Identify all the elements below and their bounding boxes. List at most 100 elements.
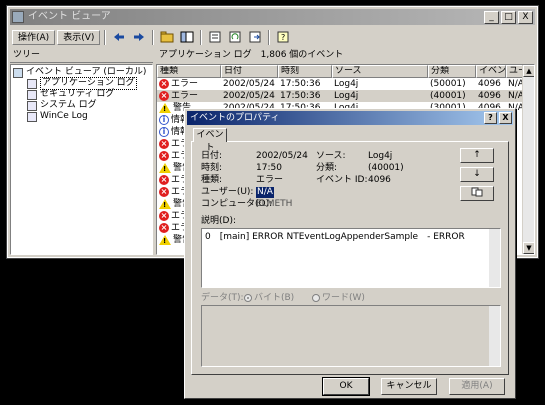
type-value: エラー — [256, 175, 284, 185]
column-time[interactable]: 時刻 — [278, 65, 332, 78]
user-label: ユーザー(U): — [201, 187, 254, 197]
error-icon: × — [159, 79, 169, 89]
data-scrollbar[interactable] — [489, 306, 500, 366]
tree-panel-title: ツリー — [10, 48, 153, 63]
warning-icon: ! — [159, 235, 171, 245]
error-icon: × — [159, 187, 169, 197]
date-value: 2002/05/24 — [256, 151, 308, 161]
description-text: 0 [main] ERROR NTEventLogAppenderSample … — [205, 232, 465, 242]
computer-icon — [13, 67, 23, 78]
radio-words[interactable]: ワード(W) — [312, 293, 365, 304]
error-icon: × — [159, 151, 169, 161]
category-cell: (40001) — [430, 91, 466, 101]
event-id-label: イベント ID: — [316, 175, 368, 185]
column-date[interactable]: 日付 — [221, 65, 278, 78]
date-cell: 2002/05/24 — [223, 79, 275, 89]
copy-button[interactable] — [460, 186, 494, 201]
event-cell: 4096 — [478, 91, 501, 101]
warning-icon: ! — [159, 103, 171, 113]
minimize-button[interactable]: _ — [484, 11, 499, 24]
menu-bar: 操作(A) 表示(V) ? — [10, 28, 535, 46]
maximize-button[interactable]: □ — [501, 11, 516, 24]
scroll-down-button[interactable]: ▼ — [523, 242, 534, 254]
dialog-close-button[interactable]: X — [499, 112, 512, 124]
toolbar-separator — [152, 29, 155, 45]
log-icon — [27, 78, 37, 89]
error-icon: × — [159, 211, 169, 221]
description-scrollbar[interactable] — [489, 229, 500, 287]
list-scrollbar[interactable]: ▲ ▼ — [522, 65, 534, 254]
user-value[interactable]: N/A — [256, 187, 274, 198]
menu-action[interactable]: 操作(A) — [12, 29, 56, 45]
error-icon: × — [159, 223, 169, 233]
data-textbox[interactable] — [201, 305, 501, 367]
warning-icon: ! — [159, 163, 171, 173]
category-label: 分類: — [316, 163, 338, 173]
info-icon: i — [159, 115, 169, 125]
up-folder-icon[interactable] — [158, 29, 176, 45]
time-cell: 17:50:36 — [280, 79, 321, 89]
refresh-icon[interactable] — [226, 29, 244, 45]
properties-icon[interactable] — [206, 29, 224, 45]
tree-node-system-log[interactable]: システム ログ — [13, 100, 150, 111]
tab-event[interactable]: イベント — [193, 128, 227, 153]
log-icon — [27, 89, 37, 100]
column-headers: 種類 日付 時刻 ソース 分類 イベント ユーザ — [157, 65, 534, 78]
help-icon[interactable]: ? — [274, 29, 292, 45]
error-icon: × — [159, 139, 169, 149]
toolbar-separator — [268, 29, 271, 45]
type-cell: ×エラー — [159, 79, 199, 89]
time-cell: 17:50:36 — [280, 91, 321, 101]
description-textbox[interactable]: 0 [main] ERROR NTEventLogAppenderSample … — [201, 228, 501, 288]
dialog-title: イベントのプロパティ — [190, 113, 280, 123]
event-list-header: アプリケーション ログ 1,806 個のイベント — [159, 50, 344, 60]
table-row[interactable]: × エラー 2002/05/24 17:50:36 Log4j (40001) 4096 N/… — [157, 90, 534, 102]
radio-bytes[interactable]: バイト(B) — [244, 293, 294, 304]
cancel-button[interactable]: キャンセル — [381, 378, 437, 395]
column-source[interactable]: ソース — [332, 65, 428, 78]
ok-button[interactable]: OK — [322, 377, 370, 396]
type-label: 種類: — [201, 175, 223, 185]
forward-icon[interactable] — [130, 29, 148, 45]
dialog-help-button[interactable]: ? — [484, 112, 497, 124]
source-cell: Log4j — [334, 79, 359, 89]
tree-node-security-log[interactable]: セキュリティ ログ — [13, 89, 150, 100]
app-icon — [12, 11, 24, 23]
window-title: イベント ビューア — [28, 11, 111, 22]
computer-value[interactable]: ELMETH — [256, 199, 292, 210]
toolbar-separator — [104, 29, 107, 45]
log-icon — [27, 111, 37, 122]
warning-icon: ! — [159, 199, 171, 209]
tree-node-application-log[interactable]: アプリケーション ログ — [13, 77, 150, 90]
source-value: Log4j — [368, 151, 393, 161]
tree-node-wince-log[interactable]: WinCe Log — [13, 111, 150, 122]
menu-view[interactable]: 表示(V) — [57, 29, 101, 45]
column-type[interactable]: 種類 — [157, 65, 221, 78]
copy-icon — [471, 187, 483, 200]
tree-panel: ツリー イベント ビューア (ローカル) アプリケーション ログ セキュリティ … — [10, 48, 153, 255]
description-label: 説明(D): — [201, 216, 236, 226]
event-id-value: 4096 — [368, 175, 391, 185]
scroll-up-button[interactable]: ▲ — [523, 65, 534, 77]
date-cell: 2002/05/24 — [223, 91, 275, 101]
column-event[interactable]: イベント — [476, 65, 506, 78]
tree-view[interactable]: イベント ビューア (ローカル) アプリケーション ログ セキュリティ ログ シ… — [10, 64, 153, 255]
export-icon[interactable] — [246, 29, 264, 45]
show-hide-tree-icon[interactable] — [178, 29, 196, 45]
dialog-title-bar[interactable]: イベントのプロパティ ? X — [187, 111, 513, 125]
next-event-button[interactable]: ↓ — [460, 167, 494, 182]
table-row[interactable]: × エラー 2002/05/24 17:50:36 Log4j (50001) 4096 N/… — [157, 78, 534, 90]
time-value: 17:50 — [256, 163, 282, 173]
svg-text:?: ? — [281, 33, 285, 42]
radio-bytes-indicator — [244, 293, 252, 302]
previous-event-button[interactable]: ↑ — [460, 148, 494, 163]
title-bar[interactable]: イベント ビューア _ □ X — [10, 9, 535, 25]
data-label: データ(T): — [201, 293, 244, 303]
category-cell: (50001) — [430, 79, 466, 89]
error-icon: × — [159, 91, 169, 101]
close-button[interactable]: X — [518, 11, 533, 24]
column-category[interactable]: 分類 — [428, 65, 476, 78]
back-icon[interactable] — [110, 29, 128, 45]
apply-button[interactable]: 適用(A) — [449, 378, 505, 395]
source-cell: Log4j — [334, 91, 359, 101]
